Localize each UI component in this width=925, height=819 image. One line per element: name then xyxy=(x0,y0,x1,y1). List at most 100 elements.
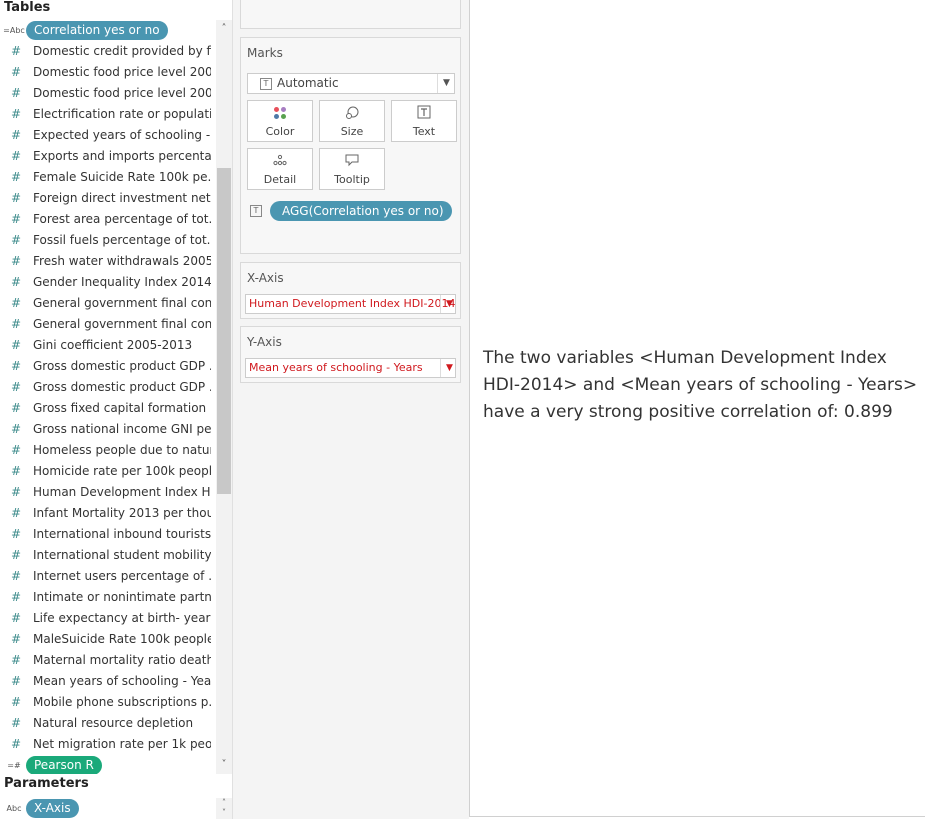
chevron-down-icon[interactable]: ▼ xyxy=(446,295,453,313)
measure-icon: # xyxy=(10,506,22,520)
color-label: Color xyxy=(265,125,295,138)
field-list: =Abc Correlation yes or no # Domestic credi… xyxy=(0,20,216,774)
field-row[interactable]: # Forest area percentage of tot... xyxy=(0,209,216,230)
field-row[interactable]: # Expected years of schooling - ... xyxy=(0,125,216,146)
y-axis-parameter-card: Y-Axis Mean years of schooling - Years ▼ xyxy=(240,326,461,383)
field-label: Internet users percentage of ... xyxy=(33,569,211,583)
field-row[interactable]: # Internet users percentage of ... xyxy=(0,566,216,587)
field-row[interactable]: # Intimate or nonintimate partn... xyxy=(0,587,216,608)
chevron-down-icon[interactable]: ▼ xyxy=(443,74,450,93)
field-label: Human Development Index H... xyxy=(33,485,211,499)
scroll-down-icon[interactable]: ˅ xyxy=(216,758,232,772)
field-row[interactable]: # General government final con... xyxy=(0,314,216,335)
text-mark-row: T AGG(Correlation yes or no) xyxy=(247,201,457,221)
field-label: MaleSuicide Rate 100k people xyxy=(33,632,211,646)
tooltip-button[interactable]: Tooltip xyxy=(319,148,385,190)
select-divider xyxy=(440,359,441,377)
y-axis-title: Y-Axis xyxy=(247,335,282,349)
field-row[interactable]: # Homeless people due to natur... xyxy=(0,440,216,461)
measure-icon: # xyxy=(10,275,22,289)
measure-icon: # xyxy=(10,548,22,562)
parameter-pill: X-Axis xyxy=(26,799,79,818)
measure-icon: # xyxy=(10,233,22,247)
field-label: Foreign direct investment net ... xyxy=(33,191,211,205)
measure-icon: # xyxy=(10,611,22,625)
field-row[interactable]: # Mobile phone subscriptions p... xyxy=(0,692,216,713)
scroll-thumb[interactable] xyxy=(217,168,231,494)
field-row[interactable]: # Maternal mortality ratio death... xyxy=(0,650,216,671)
measure-icon: # xyxy=(10,254,22,268)
field-label: Homicide rate per 100k peopl... xyxy=(33,464,211,478)
field-row[interactable]: # Life expectancy at birth- years xyxy=(0,608,216,629)
x-axis-title: X-Axis xyxy=(247,271,284,285)
field-list-scrollbar[interactable]: ˄ ˅ xyxy=(216,20,232,774)
color-icon xyxy=(248,105,312,121)
field-row[interactable]: # Infant Mortality 2013 per thou... xyxy=(0,503,216,524)
field-row[interactable]: =# Pearson R xyxy=(0,755,216,774)
field-row[interactable]: # Gender Inequality Index 2014 xyxy=(0,272,216,293)
measure-icon: # xyxy=(10,296,22,310)
field-row[interactable]: # Fossil fuels percentage of tot... xyxy=(0,230,216,251)
mark-type-dropdown[interactable]: T Automatic ▼ xyxy=(247,73,455,94)
filters-card[interactable] xyxy=(240,0,461,29)
field-row[interactable]: # Gross domestic product GDP ... xyxy=(0,377,216,398)
text-mark-icon: T xyxy=(250,205,262,217)
measure-icon: # xyxy=(10,44,22,58)
field-row[interactable]: # Fresh water withdrawals 2005 xyxy=(0,251,216,272)
field-row[interactable]: # Exports and imports percenta... xyxy=(0,146,216,167)
field-row[interactable]: # Electrification rate or populati... xyxy=(0,104,216,125)
field-row[interactable]: # Domestic food price level 200... xyxy=(0,62,216,83)
field-row[interactable]: # Mean years of schooling - Years xyxy=(0,671,216,692)
parameters-scrollbar[interactable]: ˄ ˅ xyxy=(216,798,232,819)
field-row[interactable]: # Gross domestic product GDP ... xyxy=(0,356,216,377)
field-row[interactable]: # Domestic credit provided by fi... xyxy=(0,41,216,62)
text-button[interactable]: Text xyxy=(391,100,457,142)
field-row[interactable]: # Domestic food price level 200... xyxy=(0,83,216,104)
field-label: Domestic food price level 200... xyxy=(33,86,211,100)
measure-icon: # xyxy=(10,128,22,142)
field-row[interactable]: # International inbound tourists... xyxy=(0,524,216,545)
x-axis-parameter-card: X-Axis Human Development Index HDI-2014 … xyxy=(240,262,461,319)
text-label: Text xyxy=(412,125,436,138)
field-row[interactable]: # MaleSuicide Rate 100k people xyxy=(0,629,216,650)
measure-icon: # xyxy=(10,695,22,709)
field-row[interactable]: # Gross national income GNI pe... xyxy=(0,419,216,440)
color-button[interactable]: Color xyxy=(247,100,313,142)
measure-icon: # xyxy=(10,86,22,100)
y-axis-select[interactable]: Mean years of schooling - Years ▼ xyxy=(245,358,456,378)
field-row[interactable]: # Female Suicide Rate 100k pe... xyxy=(0,167,216,188)
shelves-pane: Marks T Automatic ▼ Color Size Text Deta… xyxy=(233,0,469,819)
data-pane: Tables =Abc Correlation yes or no # Domesti… xyxy=(0,0,233,819)
measure-icon: # xyxy=(10,527,22,541)
field-row[interactable]: # Homicide rate per 100k peopl... xyxy=(0,461,216,482)
select-divider xyxy=(440,295,441,313)
tables-title: Tables xyxy=(4,0,51,15)
field-row[interactable]: # General government final con... xyxy=(0,293,216,314)
agg-correlation-pill[interactable]: AGG(Correlation yes or no) xyxy=(270,201,452,221)
parameter-row[interactable]: Abc X-Axis xyxy=(0,798,216,819)
field-label: Expected years of schooling - ... xyxy=(33,128,211,142)
x-axis-select[interactable]: Human Development Index HDI-2014 ▼ xyxy=(245,294,456,314)
field-row[interactable]: # Gini coefficient 2005-2013 xyxy=(0,335,216,356)
field-label: Gross domestic product GDP ... xyxy=(33,359,211,373)
field-label: Maternal mortality ratio death... xyxy=(33,653,211,667)
field-row[interactable]: # International student mobility... xyxy=(0,545,216,566)
field-row[interactable]: # Natural resource depletion xyxy=(0,713,216,734)
size-button[interactable]: Size xyxy=(319,100,385,142)
scroll-up-icon[interactable]: ˄ xyxy=(216,22,232,36)
field-row[interactable]: # Gross fixed capital formation ... xyxy=(0,398,216,419)
measure-icon: # xyxy=(10,716,22,730)
chevron-down-icon[interactable]: ▼ xyxy=(446,359,453,377)
field-row[interactable]: =Abc Correlation yes or no xyxy=(0,20,216,41)
measure-icon: # xyxy=(10,170,22,184)
field-label: Life expectancy at birth- years xyxy=(33,611,211,625)
field-row[interactable]: # Human Development Index H... xyxy=(0,482,216,503)
measure-icon: # xyxy=(10,359,22,373)
field-row[interactable]: # Foreign direct investment net ... xyxy=(0,188,216,209)
measure-icon: # xyxy=(10,422,22,436)
viz-area[interactable]: The two variables <Human Development Ind… xyxy=(469,0,925,817)
field-row[interactable]: # Net migration rate per 1k peo... xyxy=(0,734,216,755)
measure-icon: # xyxy=(10,737,22,751)
detail-button[interactable]: Detail xyxy=(247,148,313,190)
field-label: Exports and imports percenta... xyxy=(33,149,211,163)
